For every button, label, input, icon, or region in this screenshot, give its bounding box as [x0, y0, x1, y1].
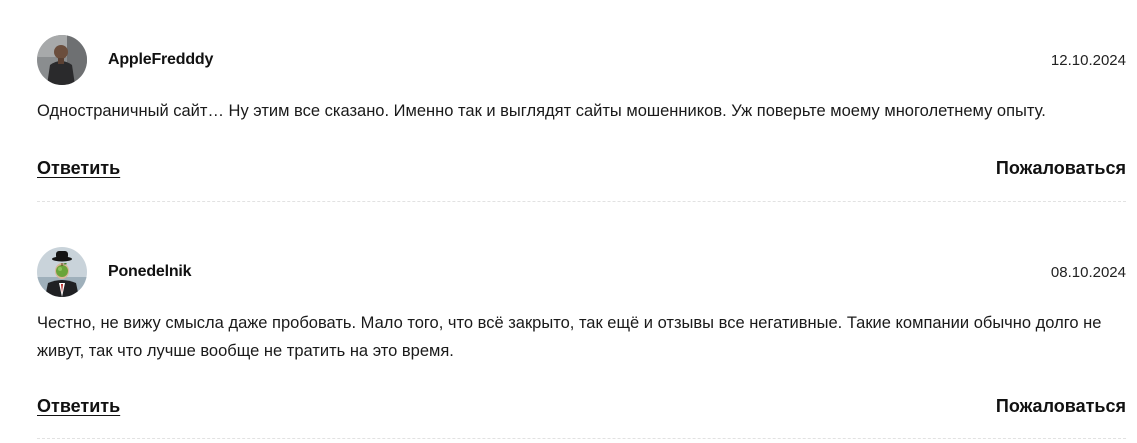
magritte-apple-avatar-icon: [37, 247, 87, 297]
report-button[interactable]: Пожаловаться: [996, 396, 1126, 417]
comment-date: 12.10.2024: [1050, 52, 1126, 69]
avatar[interactable]: [37, 247, 87, 297]
comment-text: Одностраничный сайт… Ну этим все сказано…: [37, 102, 1046, 120]
user-photo-avatar-icon: [37, 35, 87, 85]
reply-button[interactable]: Ответить: [37, 396, 120, 417]
divider: [37, 438, 1126, 439]
comment-item: AppleFredddy 12.10.2024 Одностраничный с…: [37, 35, 1126, 202]
comment-date: 08.10.2024: [1050, 264, 1126, 281]
report-button[interactable]: Пожаловаться: [996, 158, 1126, 179]
comment-header: Ponedelnik 08.10.2024: [37, 247, 1126, 298]
comment-item: Ponedelnik 08.10.2024 Честно, не вижу см…: [37, 247, 1126, 439]
comment-actions: Ответить Пожаловаться: [37, 396, 1126, 420]
comment-actions: Ответить Пожаловаться: [37, 158, 1126, 182]
reply-button[interactable]: Ответить: [37, 158, 120, 179]
avatar[interactable]: [37, 35, 87, 85]
author-name[interactable]: Ponedelnik: [108, 263, 192, 281]
divider: [37, 201, 1126, 202]
comment-header: AppleFredddy 12.10.2024: [37, 35, 1126, 86]
author-name[interactable]: AppleFredddy: [108, 51, 213, 69]
comment-text: Честно, не вижу смысла даже пробовать. М…: [37, 314, 1102, 360]
comments-list: AppleFredddy 12.10.2024 Одностраничный с…: [0, 0, 1137, 443]
